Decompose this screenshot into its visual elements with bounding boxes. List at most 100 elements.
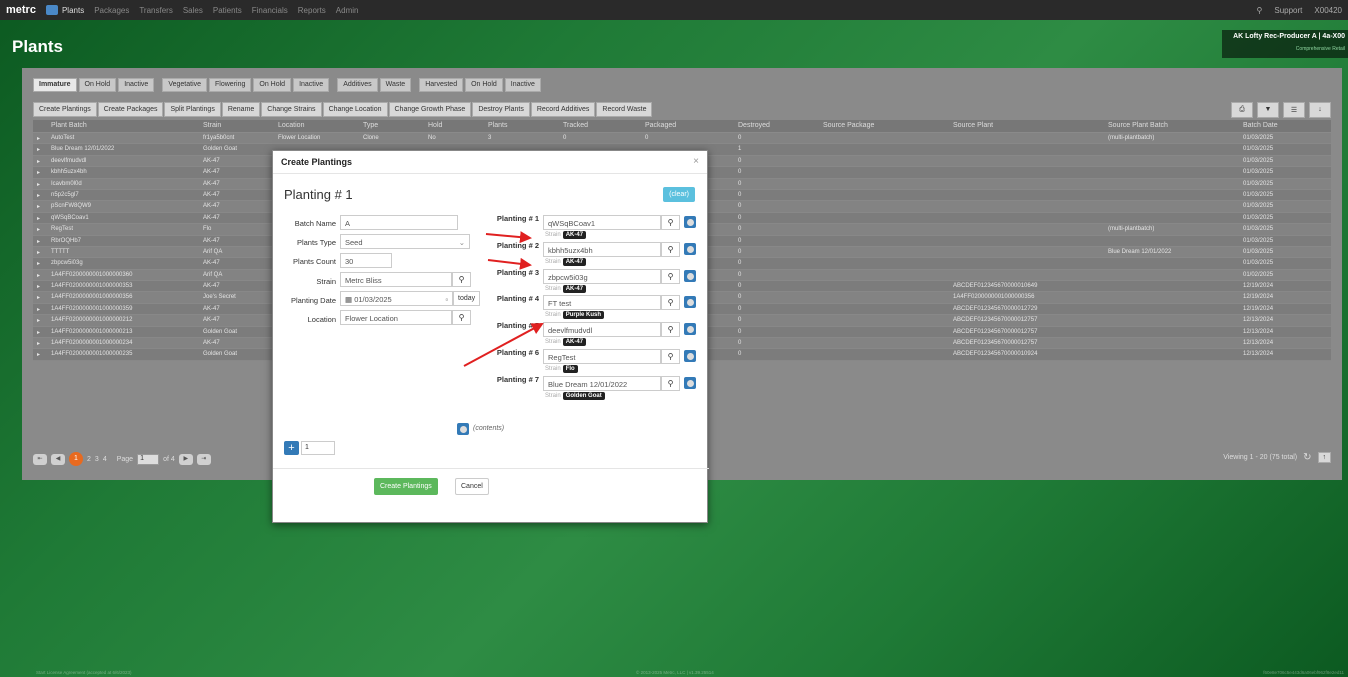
page-current[interactable]: 1 <box>69 452 83 466</box>
expand-row-icon[interactable]: ▸ <box>37 294 40 301</box>
clear-button[interactable]: (clear) <box>663 187 695 202</box>
scroll-top-icon[interactable]: ↑ <box>1317 452 1331 463</box>
expand-row-icon[interactable]: ▸ <box>37 249 40 256</box>
prev-page-icon[interactable]: ◀ <box>51 453 65 465</box>
create-plantings-submit-button[interactable]: Create Plantings <box>374 478 438 495</box>
remove-planting-icon[interactable] <box>684 350 696 362</box>
tab-immature[interactable]: Immature <box>33 78 77 92</box>
col-strain[interactable]: Strain <box>203 122 221 129</box>
record-waste-button[interactable]: Record Waste <box>596 102 653 117</box>
user-menu[interactable]: X00420 <box>1314 6 1342 15</box>
contents-icon[interactable] <box>457 423 469 435</box>
planting-search-icon[interactable]: ⚲ <box>661 269 680 284</box>
expand-row-icon[interactable]: ▸ <box>37 135 40 142</box>
nav-plants[interactable]: Plants <box>62 6 84 15</box>
add-planting-count[interactable]: 1 <box>301 441 335 455</box>
planting-batch-input[interactable]: zbpcw5i03g <box>543 269 661 284</box>
page-3[interactable]: 3 <box>95 456 99 463</box>
tab-flowering[interactable]: Flowering <box>209 78 252 92</box>
facility-selector[interactable]: AK Lofty Rec-Producer A | 4a-X00 Compreh… <box>1222 30 1348 58</box>
footer-license[interactable]: Start License Agreement (accepted at 6/6… <box>36 670 132 675</box>
col-source-plant-batch[interactable]: Source Plant Batch <box>1108 122 1168 129</box>
planting-search-icon[interactable]: ⚲ <box>661 242 680 257</box>
remove-planting-icon[interactable] <box>684 377 696 389</box>
filter-icon[interactable]: ▼ <box>1257 102 1279 118</box>
expand-row-icon[interactable]: ▸ <box>37 260 40 267</box>
batch-name-input[interactable]: A <box>340 215 458 230</box>
expand-row-icon[interactable]: ▸ <box>37 351 40 358</box>
expand-row-icon[interactable]: ▸ <box>37 181 40 188</box>
plants-type-select[interactable]: Seed ⌄ <box>340 234 470 249</box>
nav-sales[interactable]: Sales <box>183 6 203 15</box>
planting-batch-input[interactable]: kbhh5uzx4bh <box>543 242 661 257</box>
change-location-button[interactable]: Change Location <box>322 102 388 117</box>
tab-plants-inactive[interactable]: Inactive <box>293 78 330 92</box>
planting-batch-input[interactable]: qWSqBCoav1 <box>543 215 661 230</box>
close-icon[interactable]: × <box>693 156 699 167</box>
tab-plants-onhold[interactable]: On Hold <box>253 78 292 92</box>
nav-reports[interactable]: Reports <box>298 6 326 15</box>
planting-date-input[interactable]: ▦ 01/03/2025 ▫ <box>340 291 453 306</box>
add-planting-button[interactable]: + <box>284 441 299 455</box>
planting-batch-input[interactable]: RegTest <box>543 349 661 364</box>
nav-admin[interactable]: Admin <box>336 6 359 15</box>
metrc-logo[interactable]: metrc <box>6 4 36 16</box>
nav-transfers[interactable]: Transfers <box>139 6 173 15</box>
strain-search-icon[interactable]: ⚲ <box>452 272 471 287</box>
planting-batch-input[interactable]: FT test <box>543 295 661 310</box>
expand-row-icon[interactable]: ▸ <box>37 192 40 199</box>
record-additives-button[interactable]: Record Additives <box>530 102 596 117</box>
location-search-icon[interactable]: ⚲ <box>452 310 471 325</box>
col-type[interactable]: Type <box>363 122 378 129</box>
planting-search-icon[interactable]: ⚲ <box>661 322 680 337</box>
nav-patients[interactable]: Patients <box>213 6 242 15</box>
change-strains-button[interactable]: Change Strains <box>261 102 322 117</box>
create-plantings-button[interactable]: Create Plantings <box>33 102 97 117</box>
col-destroyed[interactable]: Destroyed <box>738 122 770 129</box>
expand-row-icon[interactable]: ▸ <box>37 169 40 176</box>
expand-row-icon[interactable]: ▸ <box>37 226 40 233</box>
remove-planting-icon[interactable] <box>684 270 696 282</box>
expand-row-icon[interactable]: ▸ <box>37 146 40 153</box>
expand-row-icon[interactable]: ▸ <box>37 317 40 324</box>
tab-vegetative[interactable]: Vegetative <box>162 78 208 92</box>
next-page-icon[interactable]: ▶ <box>178 453 193 465</box>
rename-button[interactable]: Rename <box>221 102 261 117</box>
first-page-icon[interactable]: ⇤ <box>33 453 47 465</box>
tab-immature-onhold[interactable]: On Hold <box>78 78 117 92</box>
destroy-plants-button[interactable]: Destroy Plants <box>472 102 530 117</box>
col-plants[interactable]: Plants <box>488 122 507 129</box>
create-packages-button[interactable]: Create Packages <box>97 102 164 117</box>
remove-planting-icon[interactable] <box>684 216 696 228</box>
col-source-plant[interactable]: Source Plant <box>953 122 993 129</box>
cancel-button[interactable]: Cancel <box>455 478 489 495</box>
location-input[interactable]: Flower Location <box>340 310 452 325</box>
expand-row-icon[interactable]: ▸ <box>37 283 40 290</box>
planting-search-icon[interactable]: ⚲ <box>661 349 680 364</box>
planting-batch-input[interactable]: deevlfmudvdl <box>543 322 661 337</box>
table-row[interactable]: ▸ AutoTest fr1ya5b0cnt Flower Location Clone… <box>33 133 1331 145</box>
page-input[interactable]: 1 <box>137 453 160 465</box>
planting-search-icon[interactable]: ⚲ <box>661 295 680 310</box>
split-plantings-button[interactable]: Split Plantings <box>164 102 221 117</box>
tab-immature-inactive[interactable]: Inactive <box>118 78 155 92</box>
expand-row-icon[interactable]: ▸ <box>37 238 40 245</box>
tab-harvested-inactive[interactable]: Inactive <box>504 78 541 92</box>
page-2[interactable]: 2 <box>87 456 91 463</box>
download-icon[interactable]: ↓ <box>1309 102 1331 118</box>
planting-batch-input[interactable]: Blue Dream 12/01/2022 <box>543 376 661 391</box>
expand-row-icon[interactable]: ▸ <box>37 329 40 336</box>
remove-planting-icon[interactable] <box>684 296 696 308</box>
nav-packages[interactable]: Packages <box>94 6 129 15</box>
col-packaged[interactable]: Packaged <box>645 122 676 129</box>
columns-menu-icon[interactable]: ☰ <box>1283 102 1305 118</box>
contents-link[interactable]: (contents) <box>473 425 504 432</box>
expand-row-icon[interactable]: ▸ <box>37 215 40 222</box>
plants-count-input[interactable]: 30 <box>340 253 392 268</box>
expand-row-icon[interactable]: ▸ <box>37 203 40 210</box>
expand-row-icon[interactable]: ▸ <box>37 158 40 165</box>
refresh-icon[interactable]: ↻ <box>1303 452 1311 463</box>
col-location[interactable]: Location <box>278 122 304 129</box>
remove-planting-icon[interactable] <box>684 243 696 255</box>
nav-financials[interactable]: Financials <box>252 6 288 15</box>
